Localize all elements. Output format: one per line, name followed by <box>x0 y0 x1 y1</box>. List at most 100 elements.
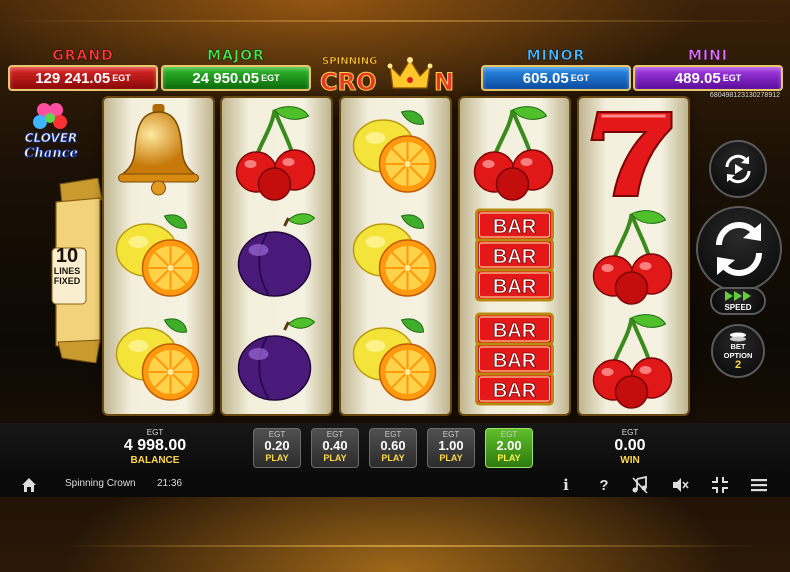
bet-amount: 1.00 <box>438 438 464 453</box>
cherry-symbol <box>464 102 565 202</box>
bar-text: BAR <box>493 246 537 268</box>
cherry-symbol <box>226 102 327 202</box>
music-off-icon[interactable] <box>631 476 649 494</box>
clock: 21:36 <box>157 478 183 489</box>
lemon-icon <box>115 214 200 297</box>
bet-option-button[interactable]: BET OPTION 2 <box>711 324 765 378</box>
bet-button-1[interactable]: EGT 0.20 PLAY <box>253 428 301 468</box>
cherry-symbol <box>583 310 684 410</box>
jackpot-minor-title: MINOR <box>526 48 586 65</box>
menu-icon[interactable] <box>750 476 768 494</box>
reel-1 <box>104 98 213 414</box>
bet-play-label: PLAY <box>381 453 405 463</box>
bet-button-3[interactable]: EGT 0.60 PLAY <box>369 428 417 468</box>
jackpot-mini-box: 489.05 EGT <box>633 65 783 91</box>
jackpot-major-currency: EGT <box>261 73 280 83</box>
autoplay-icon <box>725 154 751 184</box>
reel-3 <box>341 98 450 414</box>
lines-count: 10 <box>55 245 79 267</box>
jackpot-grand: GRAND 129 241.05 EGT <box>8 48 158 91</box>
game-stage: GRAND 129 241.05 EGT MAJOR 24 950.05 EGT M… <box>0 0 790 572</box>
lemon-symbol <box>108 310 209 410</box>
bet-amount: 0.20 <box>264 438 290 453</box>
game-logo: SPINNING CRO N <box>320 56 455 94</box>
reel-2 <box>222 98 331 414</box>
fast-forward-icon <box>725 291 751 301</box>
jackpot-major-box: 24 950.05 EGT <box>161 65 311 91</box>
lines-info: 10 LINES FIXED <box>52 246 82 286</box>
logo-cro-text: CRO <box>320 68 377 94</box>
triple-bar-symbol: BAR BAR BAR <box>464 310 565 410</box>
crown-icon <box>387 57 433 89</box>
speed-label: SPEED <box>724 303 752 312</box>
bet-amount: 2.00 <box>496 438 522 453</box>
jackpot-grand-value: 129 241.05 <box>35 69 111 87</box>
jackpot-major: MAJOR 24 950.05 EGT <box>161 48 311 91</box>
jackpot-mini-value: 489.05 <box>674 69 721 87</box>
win-label: WIN <box>620 455 640 466</box>
jackpot-minor-currency: EGT <box>570 73 590 83</box>
bet-play-label: PLAY <box>323 453 347 463</box>
bet-play-label: PLAY <box>497 453 521 463</box>
bet-button-5[interactable]: EGT 2.00 PLAY <box>485 428 533 468</box>
cherry-icon <box>235 106 316 201</box>
clover-logo-line2: Chance <box>24 146 78 161</box>
logo-top-text: SPINNING <box>322 56 377 67</box>
logo-n-text: N <box>434 68 454 94</box>
cherry-icon <box>473 106 554 201</box>
reel-5 <box>579 98 688 414</box>
jackpot-minor: MINOR 605.05 EGT <box>481 48 631 91</box>
triple-bar-symbol: BAR BAR BAR <box>464 206 565 306</box>
decor-glow-line <box>60 545 760 547</box>
decor-glow-line <box>0 20 790 22</box>
win-currency: EGT <box>621 428 639 437</box>
lines-label: LINES <box>53 266 81 276</box>
cherry-icon <box>592 314 673 409</box>
plum-symbol <box>226 206 327 306</box>
lemon-symbol <box>345 206 446 306</box>
spin-button[interactable] <box>696 206 782 292</box>
win-display: EGT 0.00 WIN <box>600 428 660 466</box>
jackpot-mini-currency: EGT <box>722 73 742 83</box>
balance-amount: 4 998.00 <box>123 437 187 454</box>
bar-text: BAR <box>493 380 537 402</box>
jackpot-minor-box: 605.05 EGT <box>481 65 631 91</box>
lemon-icon <box>352 318 437 401</box>
bell-symbol <box>108 102 209 202</box>
bar-text: BAR <box>493 320 537 342</box>
lemon-symbol <box>108 206 209 306</box>
fullscreen-icon[interactable] <box>711 476 729 494</box>
jackpot-mini: MINI 489.05 EGT <box>633 48 783 91</box>
jackpot-minor-value: 605.05 <box>522 69 569 87</box>
bar-text: BAR <box>493 350 537 372</box>
seven-symbol <box>583 102 684 202</box>
home-icon[interactable] <box>20 476 38 494</box>
bar-text: BAR <box>493 276 537 298</box>
lemon-symbol <box>345 102 446 202</box>
bet-button-4[interactable]: EGT 1.00 PLAY <box>427 428 475 468</box>
plum-symbol <box>226 310 327 410</box>
triple-bar-icon: BAR BAR BAR <box>475 312 554 406</box>
sound-off-icon[interactable] <box>671 476 689 494</box>
plum-icon <box>237 213 316 297</box>
triple-bar-icon: BAR BAR BAR <box>475 208 554 302</box>
bet-amount: 0.40 <box>322 438 348 453</box>
cherry-icon <box>592 210 673 305</box>
jackpot-mini-title: MINI <box>687 48 729 65</box>
jackpot-major-title: MAJOR <box>207 48 265 65</box>
lemon-icon <box>352 214 437 297</box>
spin-arrows-icon <box>716 222 762 276</box>
help-icon[interactable]: ? <box>595 476 613 494</box>
lines-fixed-label: FIXED <box>53 276 81 286</box>
autoplay-button[interactable] <box>709 140 767 198</box>
info-icon[interactable]: i <box>557 476 575 494</box>
balance-label: BALANCE <box>130 455 180 466</box>
lemon-icon <box>352 110 437 193</box>
cherry-symbol <box>583 206 684 306</box>
plum-icon <box>237 317 316 401</box>
bar-text: BAR <box>493 216 537 238</box>
reel-4: BAR BAR BAR BAR BAR BAR <box>460 98 569 414</box>
bet-button-2[interactable]: EGT 0.40 PLAY <box>311 428 359 468</box>
jackpot-major-value: 24 950.05 <box>192 69 260 87</box>
bet-play-label: PLAY <box>439 453 463 463</box>
